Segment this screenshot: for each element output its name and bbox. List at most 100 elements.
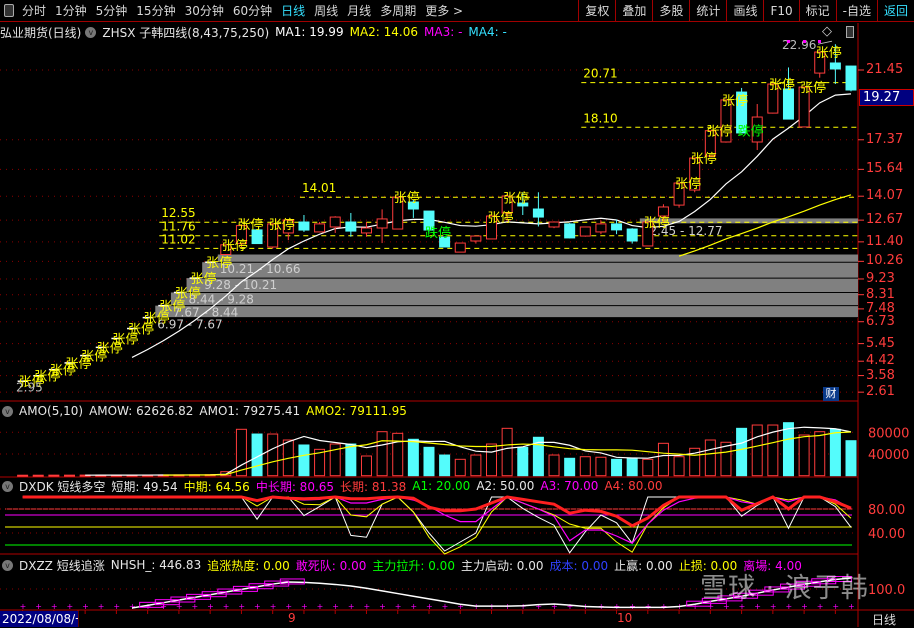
price-tick-label: 9.23	[866, 270, 895, 286]
draw-line-button[interactable]: 画线	[726, 0, 763, 22]
dxzz-baseline-mark: +	[348, 602, 355, 611]
cursor-date: 2022/08/08/一	[0, 611, 78, 627]
price-tick-label: 8.31	[866, 286, 895, 302]
amo-name[interactable]: AMO(5,10)	[19, 404, 83, 418]
period-tab-weekly[interactable]: 周线	[314, 2, 338, 19]
limit-label: 张停	[800, 80, 826, 96]
amount-bar	[564, 457, 576, 477]
amount-bar	[814, 431, 826, 477]
dxzz-baseline-mark: +	[35, 602, 42, 611]
dxzz-cost: 成本: 0.00	[549, 558, 609, 573]
restore-rights-button[interactable]: 复权	[578, 0, 615, 22]
amount-bar	[470, 454, 482, 477]
amount-bar	[423, 446, 435, 477]
dxzz-baseline-mark: +	[270, 602, 277, 611]
period-tab-more[interactable]: 更多 >	[425, 2, 463, 19]
overlay-button[interactable]: 叠加	[615, 0, 652, 22]
dxzz-baseline-mark: +	[192, 602, 199, 611]
dxzz-baseline-mark: +	[129, 602, 136, 611]
period-tab-fenshi[interactable]: 分时	[22, 2, 46, 19]
ma3-value: MA3: -	[424, 25, 463, 39]
chart-canvas[interactable]: 6.97 - 7.677.67 - 8.448.44 - 9.289.28 - …	[0, 0, 914, 627]
low-price-mark: 2.95	[16, 380, 43, 394]
indicator-menu-icon[interactable]: v	[85, 26, 97, 38]
price-tick-label: 5.45	[866, 335, 895, 351]
period-tab-60min[interactable]: 60分钟	[233, 2, 272, 19]
dxzz-baseline-mark: +	[645, 602, 652, 611]
support-level-label: 12.55	[161, 206, 195, 220]
gap-zone	[202, 262, 859, 279]
candle-down	[611, 223, 623, 231]
price-tick-label: 11.40	[866, 233, 904, 249]
period-indicator: 日线	[872, 613, 897, 627]
period-tab-30min[interactable]: 30分钟	[185, 2, 224, 19]
amow-value: AMOW: 62626.82	[89, 404, 194, 418]
current-price-tag: 19.27	[859, 89, 914, 106]
price-tick-label: 10.26	[866, 253, 904, 269]
period-tab-15min[interactable]: 15分钟	[136, 2, 175, 19]
dxdk-a3: A3: 70.00	[540, 479, 599, 493]
candle-up	[314, 223, 326, 233]
layout-toggle-icon[interactable]	[846, 26, 854, 38]
period-tab-daily[interactable]: 日线	[281, 2, 305, 19]
multi-stock-button[interactable]: 多股	[652, 0, 689, 22]
candle-down	[829, 62, 841, 70]
amount-bar	[704, 439, 716, 477]
amount-bar	[486, 443, 498, 477]
limit-label: 张停	[394, 190, 420, 206]
gap-zone	[155, 305, 858, 318]
dxdk-name[interactable]: DXDK 短线多空	[19, 478, 105, 495]
indicator-name[interactable]: ZHSX 子韩四线(8,43,75,250)	[102, 24, 269, 41]
indicator-menu-icon[interactable]: v	[2, 480, 13, 492]
dxdk-a4: A4: 80.00	[604, 479, 663, 493]
amount-bar	[626, 457, 638, 477]
dxzz-baseline-mark: +	[379, 602, 386, 611]
amount-bar	[501, 427, 513, 477]
amo-tick-label: 40000	[868, 448, 909, 463]
amount-bar	[595, 456, 607, 477]
dxzz-baseline-mark: +	[660, 602, 667, 611]
symbol-title: 弘业期货(日线)	[0, 25, 82, 40]
period-tab-multi[interactable]: 多周期	[380, 2, 416, 19]
statistics-button[interactable]: 统计	[689, 0, 726, 22]
period-tab-1min[interactable]: 1分钟	[55, 2, 87, 19]
indicator-menu-icon[interactable]: v	[2, 559, 13, 571]
period-tab-5min[interactable]: 5分钟	[96, 2, 128, 19]
watermark: 雪球 · 浪子韩	[700, 573, 869, 604]
finance-badge[interactable]: 财	[823, 387, 839, 401]
period-tab-monthly[interactable]: 月线	[347, 2, 371, 19]
diamond-icon[interactable]: ◇	[822, 24, 832, 39]
dxzz-baseline-mark: +	[223, 602, 230, 611]
ma1-value: MA1: 19.99	[275, 25, 344, 39]
toolbar-right-buttons: 复权 叠加 多股 统计 画线 F10 标记 -自选 返回	[578, 0, 914, 22]
dxzz-baseline-mark: +	[363, 602, 370, 611]
amount-bar	[64, 474, 75, 477]
back-button[interactable]: 返回	[876, 0, 914, 22]
limit-label: 张停	[675, 176, 701, 192]
candle-down	[298, 221, 310, 231]
amount-bar	[345, 443, 357, 477]
price-tick-label: 2.61	[866, 384, 895, 400]
limit-label: 张停	[175, 285, 201, 301]
candle-up	[329, 216, 341, 228]
remove-watchlist-button[interactable]: -自选	[835, 0, 877, 22]
mark-button[interactable]: 标记	[798, 0, 836, 22]
limit-label: 张停	[206, 255, 232, 271]
candle-up	[376, 218, 388, 229]
period-toolbar: 分时 1分钟 5分钟 15分钟 30分钟 60分钟 日线 周线 月线 多周期 更…	[0, 0, 914, 22]
amount-bar	[48, 474, 60, 477]
amount-bar	[267, 433, 279, 477]
amount-bar	[751, 424, 763, 477]
f10-button[interactable]: F10	[763, 0, 798, 22]
amount-bar	[392, 432, 404, 477]
indicator-menu-icon[interactable]: v	[2, 405, 13, 417]
dxzz-nhsh: NHSH_: 446.83	[110, 558, 202, 572]
candle-down	[845, 65, 857, 91]
limit-label: 张停	[722, 93, 748, 109]
ma4-value: MA4: -	[468, 25, 507, 39]
amo1-value: AMO1: 79275.41	[199, 404, 301, 418]
dxzz-baseline-mark: +	[332, 602, 339, 611]
dxzz-name[interactable]: DXZZ 短线追涨	[19, 557, 105, 574]
support-level-label: 11.02	[161, 232, 195, 246]
panel-toggle-icon[interactable]	[4, 4, 14, 17]
